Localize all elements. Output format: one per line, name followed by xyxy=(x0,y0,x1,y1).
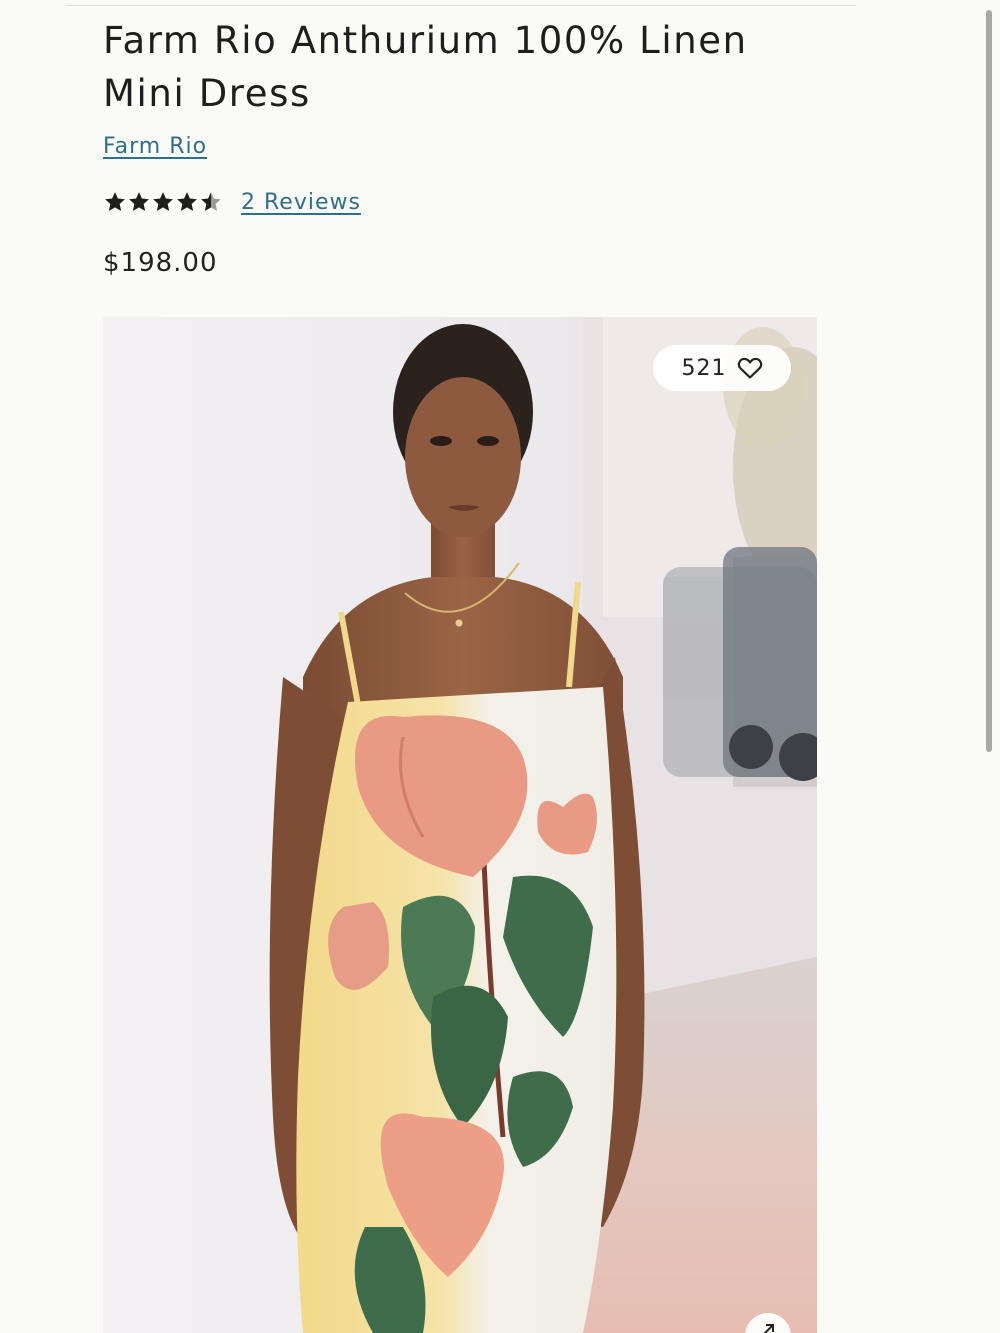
like-button[interactable]: 521 xyxy=(653,345,791,391)
star-full-icon xyxy=(105,192,125,211)
product-image[interactable]: 521 xyxy=(103,317,817,1333)
reviews-link[interactable]: 2 Reviews xyxy=(241,190,361,215)
star-full-icon xyxy=(177,192,197,211)
star-full-icon xyxy=(129,192,149,211)
product-page: Farm Rio Anthurium 100% Linen Mini Dress… xyxy=(0,0,1000,1333)
product-title: Farm Rio Anthurium 100% Linen Mini Dress xyxy=(103,19,748,115)
arrow-up-right-icon xyxy=(763,1324,774,1333)
scrollbar-thumb[interactable] xyxy=(986,10,992,752)
top-divider xyxy=(66,5,856,6)
like-count: 521 xyxy=(681,355,727,381)
product-rating: 2 Reviews xyxy=(103,187,361,217)
rating-stars xyxy=(103,190,223,214)
product-photo-illustration xyxy=(103,317,817,1333)
heart-outline-icon xyxy=(737,357,762,379)
star-half-icon xyxy=(201,192,221,211)
product-price: $198.00 xyxy=(103,248,218,278)
star-full-icon xyxy=(153,192,173,211)
brand-link[interactable]: Farm Rio xyxy=(103,134,207,159)
